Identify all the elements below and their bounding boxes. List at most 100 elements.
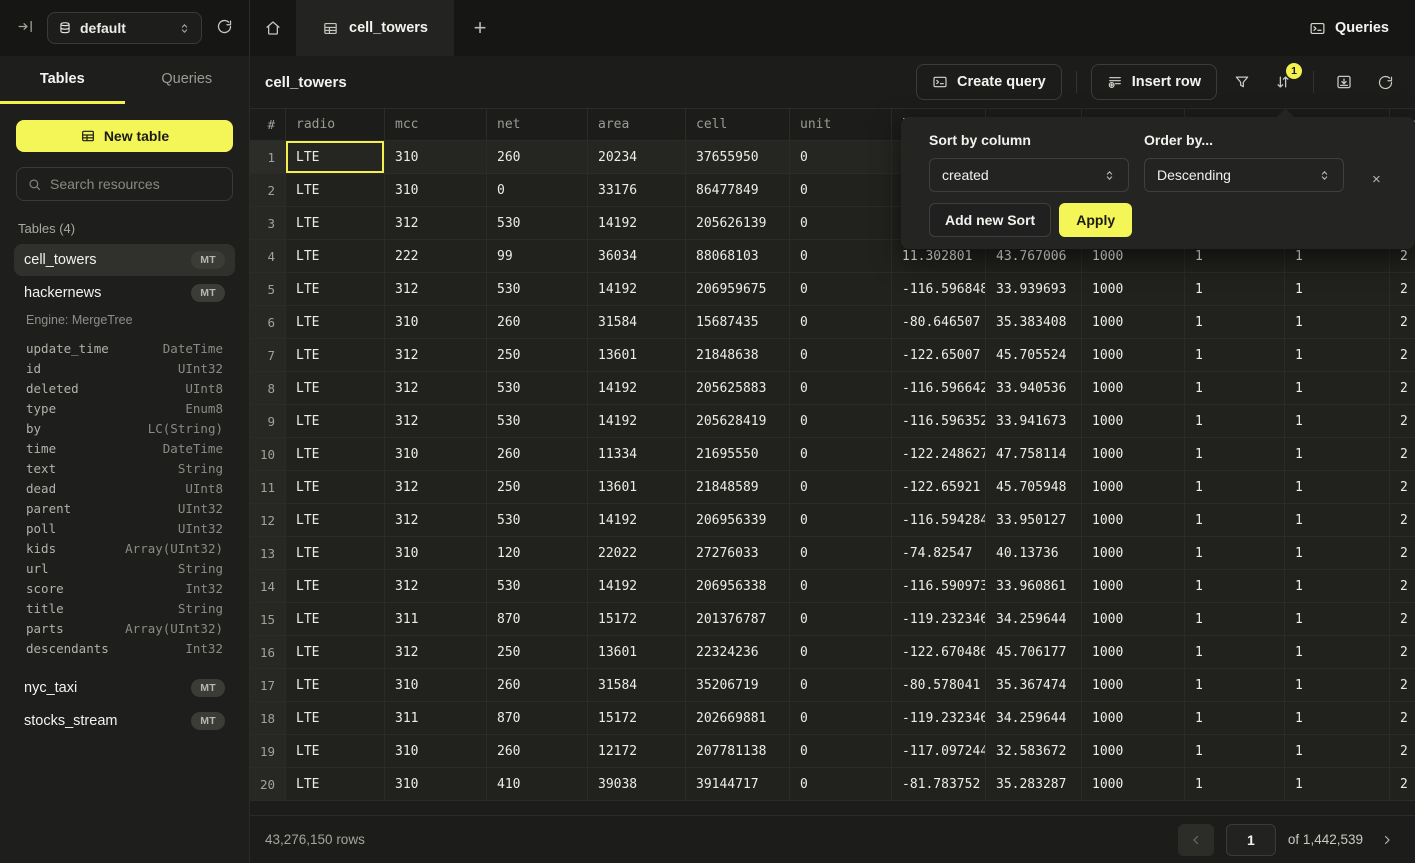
table-cell[interactable]: 0 [790,471,892,504]
table-cell[interactable]: 312 [385,372,487,405]
table-cell[interactable]: 0 [487,174,588,207]
row-number[interactable]: 18 [250,702,286,735]
table-cell[interactable]: 1000 [1082,405,1185,438]
table-cell[interactable]: 312 [385,207,487,240]
table-cell[interactable]: 2 [1390,405,1415,438]
table-cell[interactable]: LTE [286,174,385,207]
table-cell[interactable]: 0 [790,405,892,438]
table-cell[interactable]: 1000 [1082,702,1185,735]
table-cell[interactable]: 0 [790,735,892,768]
row-number[interactable]: 9 [250,405,286,438]
sidebar-table-item[interactable]: stocks_streamMT [14,705,235,737]
table-cell[interactable]: 2 [1390,735,1415,768]
table-cell[interactable]: 1000 [1082,603,1185,636]
table-cell[interactable]: 22324236 [686,636,790,669]
refresh-databases-button[interactable] [211,15,237,41]
table-cell[interactable]: LTE [286,141,385,174]
table-cell[interactable]: 2 [1390,603,1415,636]
table-cell[interactable]: 260 [487,735,588,768]
table-cell[interactable]: 310 [385,438,487,471]
table-cell[interactable]: 33.960861 [986,570,1082,603]
table-cell[interactable]: 0 [790,174,892,207]
table-cell[interactable]: 0 [790,273,892,306]
table-cell[interactable]: -81.783752 [892,768,986,801]
table-cell[interactable]: LTE [286,339,385,372]
table-cell[interactable]: 33.939693 [986,273,1082,306]
table-cell[interactable]: -116.590973 [892,570,986,603]
table-cell[interactable]: 14192 [588,372,686,405]
table-cell[interactable]: 1000 [1082,306,1185,339]
table-cell[interactable]: LTE [286,438,385,471]
table-cell[interactable]: LTE [286,372,385,405]
row-number[interactable]: 14 [250,570,286,603]
table-cell[interactable]: 2 [1390,471,1415,504]
table-cell[interactable]: 1000 [1082,504,1185,537]
table-cell[interactable]: 310 [385,537,487,570]
table-cell[interactable]: 0 [790,702,892,735]
table-cell[interactable]: 260 [487,141,588,174]
table-cell[interactable]: -80.646507 [892,306,986,339]
table-cell[interactable]: 14192 [588,207,686,240]
table-cell[interactable]: -122.670486 [892,636,986,669]
row-number[interactable]: 6 [250,306,286,339]
table-cell[interactable]: 1 [1285,603,1390,636]
table-cell[interactable]: -119.232346 [892,702,986,735]
table-cell[interactable]: 0 [790,240,892,273]
sort-order-select[interactable]: Descending [1144,158,1344,192]
table-cell[interactable]: 250 [487,471,588,504]
table-cell[interactable]: LTE [286,471,385,504]
table-cell[interactable]: 0 [790,438,892,471]
table-cell[interactable]: 1 [1285,735,1390,768]
row-number[interactable]: 17 [250,669,286,702]
row-number[interactable]: 20 [250,768,286,801]
row-number[interactable]: 11 [250,471,286,504]
table-cell[interactable]: 1 [1185,735,1285,768]
table-cell[interactable]: 36034 [588,240,686,273]
column-header[interactable]: # [250,109,286,141]
table-cell[interactable]: 1 [1185,702,1285,735]
table-cell[interactable]: -119.232346 [892,603,986,636]
search-input[interactable] [50,176,222,192]
row-number[interactable]: 2 [250,174,286,207]
table-cell[interactable]: -116.594284 [892,504,986,537]
table-cell[interactable]: 1 [1285,273,1390,306]
table-cell[interactable]: LTE [286,570,385,603]
table-cell[interactable]: 1000 [1082,537,1185,570]
create-query-button[interactable]: Create query [916,64,1062,100]
table-cell[interactable]: 15172 [588,702,686,735]
table-cell[interactable]: 40.13736 [986,537,1082,570]
table-cell[interactable]: 21695550 [686,438,790,471]
table-cell[interactable]: 260 [487,669,588,702]
sidebar-table-item[interactable]: hackernewsMT [14,277,235,309]
table-cell[interactable]: 870 [487,702,588,735]
table-cell[interactable]: 1 [1285,504,1390,537]
table-cell[interactable]: 86477849 [686,174,790,207]
table-cell[interactable]: 34.259644 [986,603,1082,636]
table-cell[interactable]: 1 [1185,537,1285,570]
table-cell[interactable]: 2 [1390,570,1415,603]
table-cell[interactable]: 312 [385,471,487,504]
table-cell[interactable]: 13601 [588,471,686,504]
table-cell[interactable]: 33.941673 [986,405,1082,438]
table-cell[interactable]: 14192 [588,273,686,306]
refresh-table-button[interactable] [1369,66,1401,98]
table-cell[interactable]: 15172 [588,603,686,636]
row-number[interactable]: 3 [250,207,286,240]
table-cell[interactable]: 312 [385,273,487,306]
table-cell[interactable]: LTE [286,636,385,669]
column-header[interactable]: area [588,109,686,141]
table-cell[interactable]: 312 [385,504,487,537]
table-cell[interactable]: LTE [286,207,385,240]
table-cell[interactable]: 0 [790,603,892,636]
apply-sort-button[interactable]: Apply [1059,203,1132,237]
sort-button[interactable]: 1 [1267,66,1299,98]
table-cell[interactable]: 13601 [588,339,686,372]
table-cell[interactable]: 21848638 [686,339,790,372]
table-cell[interactable]: 250 [487,339,588,372]
table-cell[interactable]: 31584 [588,669,686,702]
table-cell[interactable]: -116.596352 [892,405,986,438]
table-cell[interactable]: -74.82547 [892,537,986,570]
table-cell[interactable]: 31584 [588,306,686,339]
table-cell[interactable]: 310 [385,306,487,339]
row-number[interactable]: 5 [250,273,286,306]
